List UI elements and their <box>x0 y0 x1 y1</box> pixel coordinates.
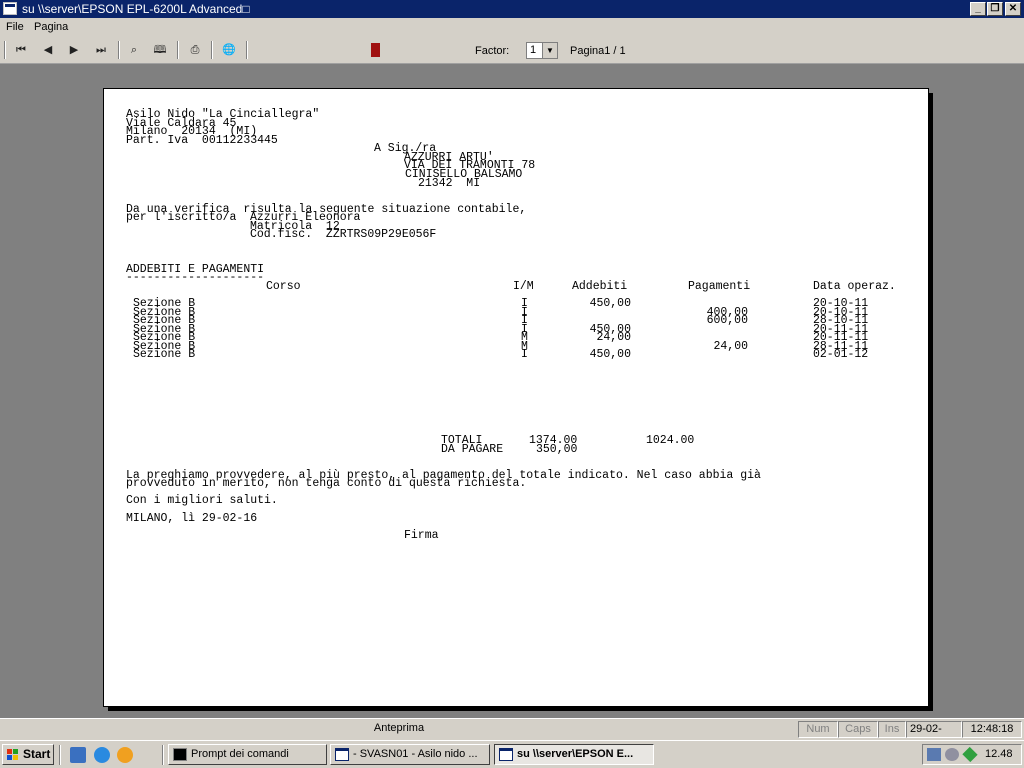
sender-line-4: Part. Iva 00112233445 <box>126 134 278 147</box>
row-pagamenti: 24,00 <box>713 339 748 353</box>
prev-page-icon[interactable]: ◀ <box>38 41 58 59</box>
taskbar: Start Prompt dei comandi - SVASN01 - Asi… <box>0 740 1024 768</box>
security-icon[interactable] <box>945 748 959 761</box>
task-asilo-nido[interactable]: - SVASN01 - Asilo nido ... <box>330 744 490 765</box>
signature-label: Firma <box>404 529 439 542</box>
window-icon <box>499 748 513 761</box>
show-desktop-icon[interactable] <box>70 747 86 763</box>
taskbar-separator <box>162 745 164 765</box>
row-addebiti: 24,00 <box>596 331 631 344</box>
col-header-corso: Corso <box>266 280 301 293</box>
toolbar-separator <box>177 41 179 59</box>
codice-fiscale: Cod.fisc. ZZRTRS09P29E056F <box>250 228 437 241</box>
start-label: Start <box>23 747 51 761</box>
row-addebiti: 450,00 <box>589 297 631 310</box>
col-header-im: I/M <box>513 280 534 293</box>
toolbar-separator <box>246 41 248 59</box>
status-caps: Caps <box>838 721 878 738</box>
status-time: 12:48:18 <box>962 721 1022 738</box>
printer-icon[interactable]: ⎙ <box>185 41 205 59</box>
window-title-bar: su \\server\EPSON EPL-6200L Advanced□ _ … <box>0 0 1024 18</box>
task-prompt[interactable]: Prompt dei comandi <box>168 744 327 765</box>
document-page: Asilo Nido "La Cinciallegra" Viale Calda… <box>103 88 929 707</box>
exit-door-icon[interactable] <box>365 41 385 59</box>
row-im: I <box>521 348 528 361</box>
col-header-pagamenti: Pagamenti <box>688 280 751 293</box>
status-ins: Ins <box>878 721 906 738</box>
section-underline: -------------------- <box>126 271 265 284</box>
task-label: Prompt dei comandi <box>191 748 289 760</box>
toolbar-separator <box>118 41 120 59</box>
book-icon[interactable]: 🕮 <box>150 41 170 59</box>
closing-line-2: provveduto in merito, non tenga conto di… <box>126 477 527 490</box>
row-corso: Sezione B <box>133 348 196 361</box>
status-bar: Anteprima Num Caps Ins 29-02-2016 12:48:… <box>0 718 1024 740</box>
windows-logo-icon <box>7 749 19 760</box>
start-button[interactable]: Start <box>2 744 54 765</box>
globe-icon[interactable]: 🌐 <box>219 41 239 59</box>
task-epson-preview[interactable]: su \\server\EPSON E... <box>494 744 654 765</box>
recipient-line-4: 21342 MI <box>418 177 481 190</box>
media-player-icon[interactable] <box>117 747 133 763</box>
window-icon <box>335 748 349 761</box>
factor-label: Factor: <box>475 45 510 57</box>
toolbar-separator <box>211 41 213 59</box>
toolbar: ⏮ ◀ ▶ ⏭ ⌕ 🕮 ⎙ 🌐 Factor: 1 ▼ Pagina1 / 1 <box>0 37 1024 64</box>
system-tray: 12.48 <box>922 744 1022 765</box>
col-header-addebiti: Addebiti <box>572 280 628 293</box>
menu-file[interactable]: File <box>6 21 24 33</box>
internet-explorer-icon[interactable] <box>94 747 110 763</box>
next-page-icon[interactable]: ▶ <box>64 41 84 59</box>
place-date: MILANO, lì 29-02-16 <box>126 512 258 525</box>
close-button[interactable]: ✕ <box>1005 2 1021 16</box>
row-pagamenti: 600,00 <box>706 314 748 327</box>
da-pagare-label: DA PAGARE <box>441 443 504 456</box>
last-page-icon[interactable]: ⏭ <box>91 41 111 59</box>
row-addebiti: 450,00 <box>589 348 631 361</box>
task-label: su \\server\EPSON E... <box>517 748 634 760</box>
factor-select[interactable]: 1 ▼ <box>526 42 558 59</box>
status-mode: Anteprima <box>373 722 425 734</box>
menu-bar: File Pagina <box>0 18 1024 37</box>
shield-icon[interactable] <box>962 746 978 763</box>
page-indicator: Pagina1 / 1 <box>570 45 626 57</box>
restore-button[interactable]: ❐ <box>987 2 1003 16</box>
status-num: Num <box>798 721 838 738</box>
chevron-down-icon: ▼ <box>542 43 557 58</box>
totali-pagamenti: 1024.00 <box>646 434 695 447</box>
tray-clock: 12.48 <box>985 748 1013 760</box>
zoom-icon[interactable]: ⌕ <box>124 41 144 59</box>
taskbar-separator <box>59 745 61 765</box>
row-data: 02-01-12 <box>813 348 869 361</box>
toolbar-grip <box>4 41 6 59</box>
window-title: su \\server\EPSON EPL-6200L Advanced□ <box>22 2 250 16</box>
first-page-icon[interactable]: ⏮ <box>11 41 31 59</box>
window-app-icon <box>3 2 17 15</box>
intro-prefix: per l'iscritto/a <box>126 211 237 224</box>
task-label: - SVASN01 - Asilo nido ... <box>353 748 478 760</box>
status-date: 29-02-2016 <box>906 721 962 738</box>
network-icon[interactable] <box>927 748 941 761</box>
col-header-data: Data operaz. <box>813 280 896 293</box>
minimize-button[interactable]: _ <box>970 2 986 16</box>
factor-value: 1 <box>530 44 537 56</box>
command-prompt-icon <box>173 748 187 761</box>
menu-pagina[interactable]: Pagina <box>34 21 68 33</box>
da-pagare-value: 350,00 <box>536 443 578 456</box>
greeting: Con i migliori saluti. <box>126 494 278 507</box>
